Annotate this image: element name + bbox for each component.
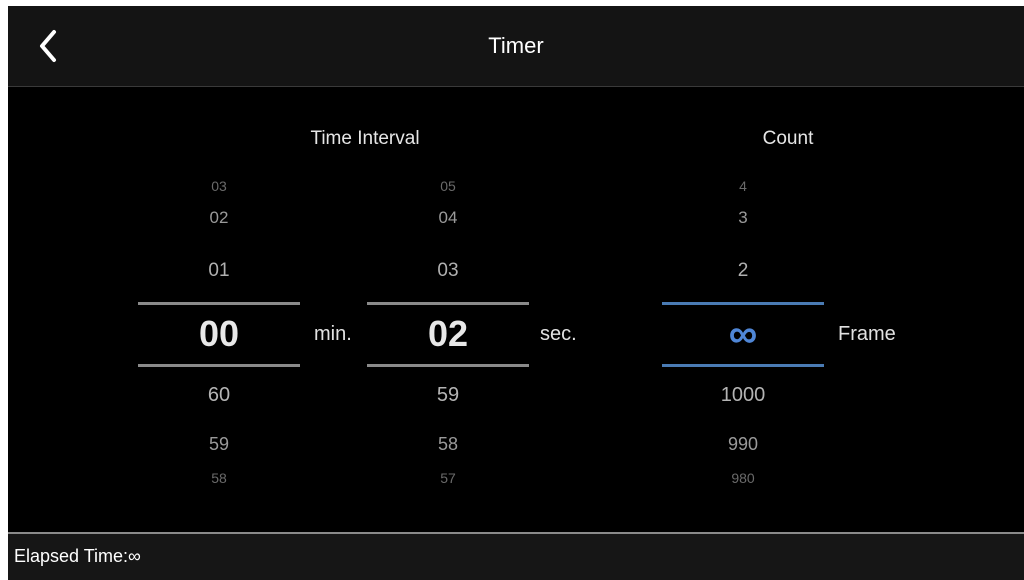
back-button[interactable] — [30, 24, 70, 68]
header-bar: Timer — [8, 6, 1024, 87]
picker-item[interactable]: 60 — [138, 384, 300, 407]
picker-item[interactable]: 04 — [367, 208, 529, 228]
picker-item[interactable]: 05 — [367, 178, 529, 194]
seconds-selected-value[interactable]: 02 — [367, 306, 529, 362]
picker-item[interactable]: 02 — [138, 208, 300, 228]
page-title: Timer — [488, 33, 544, 58]
selection-divider — [367, 364, 529, 367]
minutes-picker[interactable]: 03 02 01 00 60 59 58 — [138, 172, 300, 506]
minutes-selected-value[interactable]: 00 — [138, 306, 300, 362]
count-selected-value[interactable]: ∞ — [662, 306, 824, 362]
seconds-unit-label: sec. — [540, 323, 577, 345]
count-label: Count — [762, 128, 814, 149]
picker-item[interactable]: 59 — [367, 384, 529, 407]
status-bar: Elapsed Time:∞ — [8, 532, 1024, 580]
picker-item[interactable]: 58 — [138, 470, 300, 486]
minutes-unit-label: min. — [314, 323, 352, 345]
chevron-left-icon — [40, 30, 56, 62]
count-picker[interactable]: 4 3 2 ∞ 1000 990 980 — [662, 172, 824, 506]
picker-item[interactable]: 01 — [138, 260, 300, 282]
picker-item[interactable]: 59 — [138, 434, 300, 455]
count-unit-label: Frame — [838, 323, 896, 345]
picker-item[interactable]: 57 — [367, 470, 529, 486]
picker-item[interactable]: 03 — [367, 260, 529, 282]
timer-screen: Timer Time Interval Count 03 02 01 00 60… — [8, 6, 1024, 580]
seconds-picker[interactable]: 05 04 03 02 59 58 57 — [367, 172, 529, 506]
picker-item[interactable]: 58 — [367, 434, 529, 455]
picker-item[interactable]: 3 — [662, 208, 824, 228]
picker-item[interactable]: 980 — [662, 470, 824, 486]
picker-item[interactable]: 03 — [138, 178, 300, 194]
selection-divider — [138, 364, 300, 367]
picker-item[interactable]: 1000 — [662, 384, 824, 407]
selection-divider — [662, 364, 824, 367]
selection-divider — [662, 302, 824, 305]
picker-item[interactable]: 2 — [662, 260, 824, 282]
selection-divider — [367, 302, 529, 305]
selection-divider — [138, 302, 300, 305]
elapsed-time-label: Elapsed Time:∞ — [14, 546, 141, 566]
time-interval-label: Time Interval — [310, 128, 420, 149]
picker-item[interactable]: 990 — [662, 434, 824, 455]
picker-item[interactable]: 4 — [662, 178, 824, 194]
